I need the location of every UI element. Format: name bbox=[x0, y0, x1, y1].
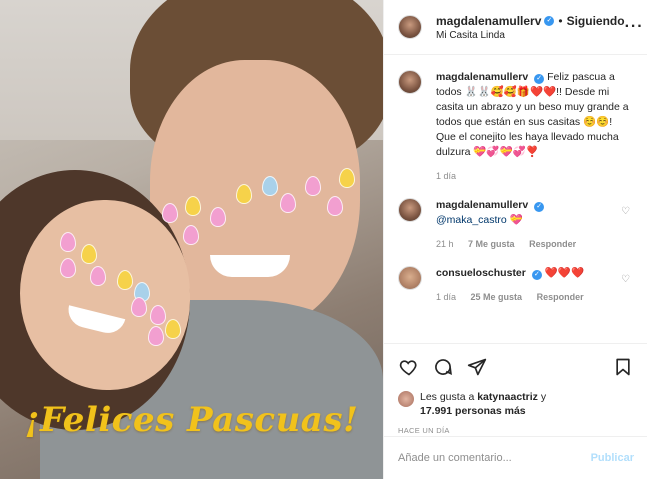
verified-badge-icon: ✓ bbox=[534, 202, 545, 212]
bookmark-icon[interactable] bbox=[612, 356, 634, 378]
heart-icon[interactable] bbox=[398, 356, 420, 378]
author-info: magdalenamullerv ✓ • Siguiendo Mi Casita… bbox=[436, 14, 625, 41]
easter-egg-sticker bbox=[60, 232, 76, 252]
comment-username[interactable]: consueloschuster bbox=[436, 267, 526, 279]
comment-likes[interactable]: 7 Me gusta bbox=[468, 239, 515, 249]
author-avatar[interactable] bbox=[398, 15, 422, 39]
instagram-post: ¡Felices Pascuas! magdalenamullerv ✓ • S… bbox=[0, 0, 647, 479]
easter-egg-sticker bbox=[183, 225, 199, 245]
easter-egg-sticker bbox=[90, 266, 106, 286]
comment-meta: 21 h 7 Me gusta Responder bbox=[436, 237, 634, 252]
photo-woman-face bbox=[20, 200, 190, 390]
verified-badge-icon: ✓ bbox=[531, 270, 542, 280]
post-timestamp[interactable]: HACE UN DÍA bbox=[398, 426, 634, 435]
easter-egg-sticker bbox=[117, 270, 133, 290]
easter-egg-sticker bbox=[131, 297, 147, 317]
reply-button[interactable]: Responder bbox=[537, 292, 584, 302]
comment-text[interactable]: @maka_castro 💝 bbox=[436, 213, 634, 228]
more-options-icon[interactable]: ··· bbox=[625, 18, 644, 36]
caption-username[interactable]: magdalenamullerv bbox=[436, 71, 528, 83]
likes-summary: Les gusta a katynaactriz y 17.991 person… bbox=[398, 390, 634, 418]
author-username[interactable]: magdalenamullerv bbox=[436, 14, 541, 28]
comment-body: magdalenamullerv ✓ @maka_castro 💝 21 h 7 … bbox=[436, 198, 634, 252]
easter-egg-sticker bbox=[81, 244, 97, 264]
easter-egg-sticker bbox=[148, 326, 164, 346]
easter-egg-sticker bbox=[60, 258, 76, 278]
liker-username[interactable]: katynaactriz bbox=[477, 391, 538, 403]
post-photo[interactable]: ¡Felices Pascuas! bbox=[0, 0, 383, 479]
easter-egg-sticker bbox=[305, 176, 321, 196]
easter-egg-sticker bbox=[185, 196, 201, 216]
comment-time[interactable]: 21 h bbox=[436, 239, 454, 249]
comment-avatar[interactable] bbox=[398, 266, 422, 290]
post-actions: Les gusta a katynaactriz y 17.991 person… bbox=[384, 343, 647, 435]
easter-egg-sticker bbox=[162, 203, 178, 223]
likes-text: Les gusta a katynaactriz y 17.991 person… bbox=[420, 390, 546, 418]
action-icons bbox=[398, 354, 634, 380]
liker-avatar[interactable] bbox=[398, 391, 414, 407]
comment-avatar[interactable] bbox=[398, 198, 422, 222]
following-button[interactable]: Siguiendo bbox=[567, 14, 625, 28]
easter-egg-sticker bbox=[210, 207, 226, 227]
caption-time[interactable]: 1 día bbox=[436, 171, 456, 181]
easter-egg-sticker bbox=[150, 305, 166, 325]
verified-badge-icon: ✓ bbox=[534, 74, 545, 84]
easter-egg-sticker bbox=[236, 184, 252, 204]
post-location[interactable]: Mi Casita Linda bbox=[436, 30, 625, 41]
comments-section: magdalenamullerv ✓ Feliz pascua a todos 🐰… bbox=[384, 56, 647, 343]
caption-comment: magdalenamullerv ✓ Feliz pascua a todos 🐰… bbox=[398, 70, 634, 184]
author-line: magdalenamullerv ✓ • Siguiendo bbox=[436, 14, 625, 28]
share-icon[interactable] bbox=[466, 356, 488, 378]
comment-like-heart-icon[interactable]: ♡ bbox=[621, 274, 630, 285]
add-comment-bar: Publicar bbox=[384, 436, 647, 479]
photo-overlay-text: ¡Felices Pascuas! bbox=[24, 400, 359, 440]
easter-egg-sticker bbox=[165, 319, 181, 339]
comment-icon[interactable] bbox=[432, 356, 454, 378]
easter-egg-sticker bbox=[262, 176, 278, 196]
reply-button[interactable]: Responder bbox=[529, 239, 576, 249]
caption-avatar[interactable] bbox=[398, 70, 422, 94]
separator-dot: • bbox=[558, 13, 563, 28]
comment-like-heart-icon[interactable]: ♡ bbox=[621, 206, 630, 217]
comment-time[interactable]: 1 día bbox=[436, 292, 456, 302]
post-side-panel: magdalenamullerv ✓ • Siguiendo Mi Casita… bbox=[383, 0, 647, 479]
post-header: magdalenamullerv ✓ • Siguiendo Mi Casita… bbox=[384, 0, 647, 55]
caption-meta: 1 día bbox=[436, 169, 634, 184]
comment-body: consueloschuster ✓ ❤️❤️❤️ 1 día 25 Me gus… bbox=[436, 266, 634, 305]
likes-count[interactable]: 17.991 personas más bbox=[420, 405, 526, 417]
easter-egg-sticker bbox=[280, 193, 296, 213]
caption-text: Feliz pascua a todos 🐰🐰🥰🥰🎁❤️❤️!! Desde m… bbox=[436, 71, 629, 158]
comment-item: magdalenamullerv ✓ @maka_castro 💝 21 h 7 … bbox=[398, 198, 634, 252]
photo-man-smile bbox=[210, 255, 290, 277]
caption-body: magdalenamullerv ✓ Feliz pascua a todos 🐰… bbox=[436, 70, 634, 184]
likes-prefix: Les gusta a bbox=[420, 391, 475, 403]
comment-username[interactable]: magdalenamullerv bbox=[436, 199, 528, 211]
verified-badge-icon: ✓ bbox=[544, 15, 555, 26]
comment-likes[interactable]: 25 Me gusta bbox=[471, 292, 523, 302]
easter-egg-sticker bbox=[327, 196, 343, 216]
publish-button[interactable]: Publicar bbox=[591, 452, 634, 464]
easter-egg-sticker bbox=[339, 168, 355, 188]
comment-input[interactable] bbox=[398, 452, 591, 464]
comment-meta: 1 día 25 Me gusta Responder bbox=[436, 290, 634, 305]
likes-connector: y bbox=[540, 391, 547, 403]
comment-text: ❤️❤️❤️ bbox=[544, 267, 585, 279]
comment-item: consueloschuster ✓ ❤️❤️❤️ 1 día 25 Me gus… bbox=[398, 266, 634, 305]
